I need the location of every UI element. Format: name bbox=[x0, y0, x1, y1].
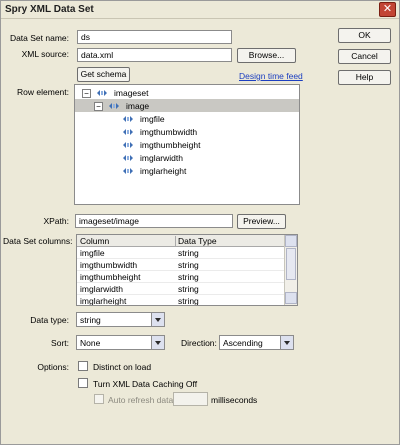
xml-source-label: XML source: bbox=[21, 49, 69, 59]
sort-value: None bbox=[80, 338, 101, 348]
xml-source-input[interactable]: data.xml bbox=[77, 48, 232, 62]
close-icon[interactable]: ✕ bbox=[379, 2, 396, 17]
preview-button[interactable]: Preview... bbox=[237, 214, 286, 229]
scroll-down-icon[interactable] bbox=[285, 292, 297, 304]
tree-node-child[interactable]: imglarwidth bbox=[122, 152, 183, 164]
table-cell: string bbox=[178, 284, 199, 294]
table-row[interactable]: imglarheight string bbox=[77, 295, 285, 306]
table-cell: imgfile bbox=[80, 248, 105, 258]
chevron-down-icon[interactable] bbox=[151, 313, 164, 326]
table-cell: imgthumbheight bbox=[80, 272, 141, 282]
tree-node-child[interactable]: imgthumbheight bbox=[122, 139, 200, 151]
tree-node-child[interactable]: imgfile bbox=[122, 113, 165, 125]
tree-node-root-label: imageset bbox=[114, 88, 149, 98]
table-cell: string bbox=[178, 296, 199, 306]
caching-checkbox[interactable] bbox=[78, 378, 88, 388]
table-scrollbar[interactable] bbox=[284, 235, 297, 305]
design-time-feed-link[interactable]: Design time feed bbox=[239, 71, 303, 81]
row-element-tree[interactable]: − imageset − image imgfile imgthumbwidth… bbox=[74, 84, 300, 205]
xml-node-icon bbox=[123, 168, 133, 174]
distinct-label: Distinct on load bbox=[93, 362, 152, 372]
xpath-label: XPath: bbox=[43, 216, 69, 226]
xml-node-icon bbox=[109, 103, 119, 109]
chevron-down-icon[interactable] bbox=[280, 336, 293, 349]
column-header-type[interactable]: Data Type bbox=[175, 236, 217, 246]
refresh-interval-input[interactable] bbox=[173, 392, 208, 406]
tree-node-child[interactable]: imgthumbwidth bbox=[122, 126, 197, 138]
get-schema-button[interactable]: Get schema bbox=[77, 67, 130, 82]
sort-label: Sort: bbox=[51, 338, 69, 348]
xml-node-icon bbox=[123, 142, 133, 148]
direction-select[interactable]: Ascending bbox=[219, 335, 294, 350]
row-element-label: Row element: bbox=[17, 87, 69, 97]
tree-node-child-label: imgfile bbox=[140, 114, 165, 124]
table-cell: imglarwidth bbox=[80, 284, 123, 294]
direction-label: Direction: bbox=[181, 338, 217, 348]
options-label: Options: bbox=[37, 362, 69, 372]
table-cell: string bbox=[178, 260, 199, 270]
dataset-columns-table[interactable]: Column Data Type imgfile string imgthumb… bbox=[76, 234, 298, 306]
browse-button[interactable]: Browse... bbox=[237, 48, 296, 63]
tree-node-child-label: imgthumbwidth bbox=[140, 127, 198, 137]
data-type-label: Data type: bbox=[30, 315, 69, 325]
sort-select[interactable]: None bbox=[76, 335, 165, 350]
column-header-name[interactable]: Column bbox=[80, 236, 109, 246]
tree-node-child-label: imglarheight bbox=[140, 166, 187, 176]
tree-node-selected-label: image bbox=[126, 101, 150, 111]
direction-value: Ascending bbox=[223, 338, 263, 348]
dataset-columns-label: Data Set columns: bbox=[3, 236, 73, 246]
tree-node-child-label: imgthumbheight bbox=[140, 140, 201, 150]
xml-node-icon bbox=[123, 129, 133, 135]
help-button[interactable]: Help bbox=[338, 70, 391, 85]
dialog-window: Spry XML Data Set ✕ OK Cancel Help Data … bbox=[0, 0, 400, 445]
table-cell: imgthumbwidth bbox=[80, 260, 138, 270]
data-type-value: string bbox=[80, 315, 101, 325]
distinct-checkbox[interactable] bbox=[78, 361, 88, 371]
tree-node-selected[interactable]: image bbox=[108, 100, 149, 112]
data-type-select[interactable]: string bbox=[76, 312, 165, 327]
window-title: Spry XML Data Set bbox=[5, 4, 94, 15]
milliseconds-label: milliseconds bbox=[211, 395, 258, 405]
collapse-icon[interactable]: − bbox=[82, 89, 91, 98]
table-row[interactable]: imgthumbheight string bbox=[77, 271, 285, 283]
table-cell: imglarheight bbox=[80, 296, 127, 306]
chevron-down-icon[interactable] bbox=[151, 336, 164, 349]
xml-node-icon bbox=[123, 155, 133, 161]
tree-node-child[interactable]: imglarheight bbox=[122, 165, 186, 177]
xml-node-icon bbox=[97, 90, 107, 96]
cancel-button[interactable]: Cancel bbox=[338, 49, 391, 64]
auto-refresh-checkbox[interactable] bbox=[94, 394, 104, 404]
ok-button[interactable]: OK bbox=[338, 28, 391, 43]
table-row[interactable]: imgthumbwidth string bbox=[77, 259, 285, 271]
tree-node-child-label: imglarwidth bbox=[140, 153, 183, 163]
collapse-icon[interactable]: − bbox=[94, 102, 103, 111]
xml-node-icon bbox=[123, 116, 133, 122]
xpath-input[interactable]: imageset/image bbox=[75, 214, 233, 228]
table-cell: string bbox=[178, 248, 199, 258]
table-cell: string bbox=[178, 272, 199, 282]
scroll-up-icon[interactable] bbox=[285, 235, 297, 247]
dataset-name-input[interactable]: ds bbox=[77, 30, 232, 44]
tree-node-root[interactable]: imageset bbox=[96, 87, 149, 99]
table-row[interactable]: imgfile string bbox=[77, 247, 285, 259]
auto-refresh-label: Auto refresh data bbox=[108, 395, 174, 405]
scroll-thumb[interactable] bbox=[286, 248, 296, 280]
table-header: Column Data Type bbox=[77, 235, 285, 247]
dataset-name-label: Data Set name: bbox=[9, 33, 69, 43]
table-row[interactable]: imglarwidth string bbox=[77, 283, 285, 295]
title-bar: Spry XML Data Set ✕ bbox=[1, 1, 399, 19]
caching-label: Turn XML Data Caching Off bbox=[93, 379, 198, 389]
